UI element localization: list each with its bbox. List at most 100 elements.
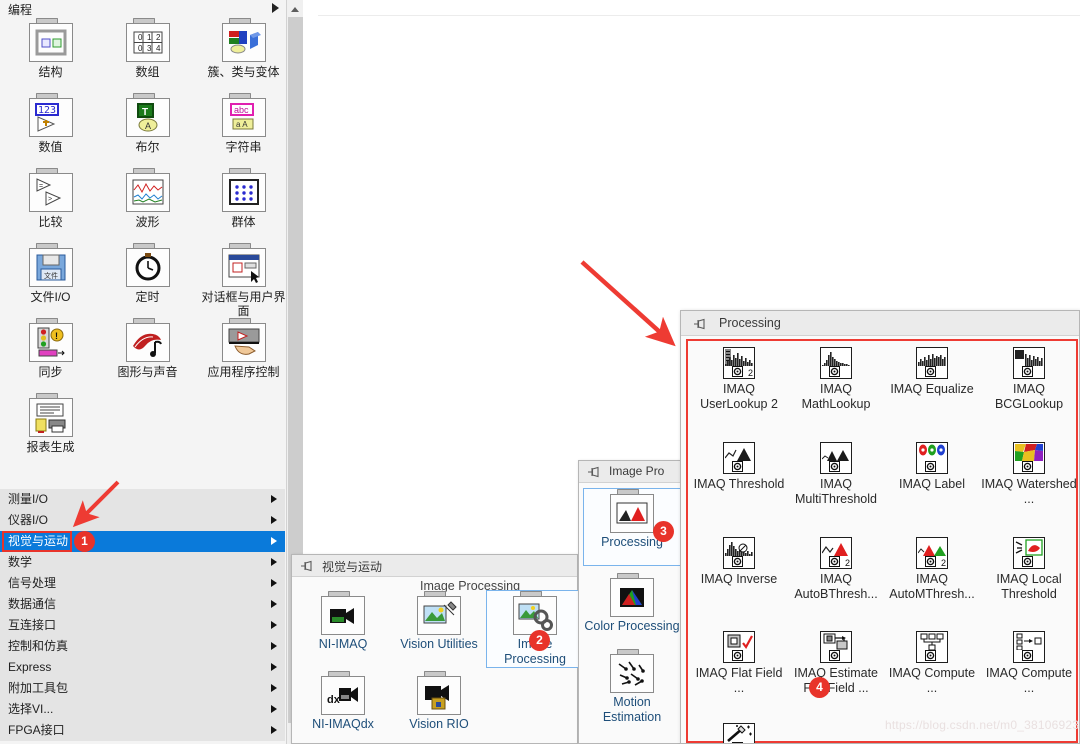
processing-item-14[interactable]: IMAQ Compute ...: [884, 631, 980, 696]
palette-item-0[interactable]: 结构: [3, 18, 98, 79]
palette-item-13[interactable]: 图形与声音: [100, 318, 195, 379]
palette-item-10[interactable]: 定时: [100, 243, 195, 304]
vi-icon-art: [918, 633, 946, 650]
svg-text:=: =: [39, 183, 43, 190]
processing-item-8[interactable]: IMAQ Inverse: [691, 537, 787, 587]
image-processing-item-2[interactable]: Motion Estimation: [584, 649, 680, 725]
palette-item-3[interactable]: 123 数值: [3, 93, 98, 154]
vision-motion-item-3[interactable]: dx NI-IMAQdx: [295, 671, 391, 732]
palette-item-6[interactable]: = > 比较: [3, 168, 98, 229]
menu-item-5[interactable]: 数据通信: [0, 594, 285, 615]
palette-item-14[interactable]: 应用程序控制: [196, 318, 291, 379]
palette-item-9[interactable]: 文件 文件I/O: [3, 243, 98, 304]
palette-item-12[interactable]: ! 同步: [3, 318, 98, 379]
palette-item-11[interactable]: 对话框与用户界面: [196, 243, 291, 318]
menu-item-label: 数学: [8, 555, 33, 569]
processing-item-9[interactable]: 2 IMAQ AutoBThresh...: [788, 537, 884, 602]
svg-text:0: 0: [138, 44, 143, 53]
vision-motion-item-label: Vision Utilities: [400, 637, 478, 651]
step-badge-2: 2: [529, 630, 550, 651]
processing-item-13[interactable]: IMAQ Estimate Flat Field ...: [788, 631, 884, 696]
processing-item-7[interactable]: IMAQ Watershed ...: [981, 442, 1077, 507]
vision-motion-item-4[interactable]: Vision RIO: [391, 671, 487, 732]
selected-menu-highlight-box: [2, 531, 72, 552]
processing-item-12[interactable]: IMAQ Flat Field ...: [691, 631, 787, 696]
processing-item-11[interactable]: IMAQ Local Threshold: [981, 537, 1077, 602]
menu-item-10[interactable]: 选择VI...: [0, 699, 285, 720]
cluster-class-variant-folder-icon: [221, 18, 266, 62]
image-processing-folder-icon: [513, 591, 557, 635]
processing-item-3[interactable]: IMAQ BCGLookup: [981, 347, 1077, 412]
programming-palette: 编程 结构 0 1 2 0 3 4 数组 簇、类与变体 123 数值 T A 布尔 abc a A 字符串 = > 比…: [0, 0, 303, 744]
triangle-right-icon: [271, 642, 277, 650]
pushpin-icon[interactable]: [300, 560, 314, 572]
imaq-watershed-icon: [1013, 442, 1045, 474]
triangle-right-icon[interactable]: [272, 3, 279, 13]
waveform-folder-icon: [125, 168, 170, 212]
vi-icon-art: [918, 349, 946, 366]
processing-item-6[interactable]: IMAQ Label: [884, 442, 980, 492]
pushpin-icon[interactable]: [693, 318, 707, 330]
programming-palette-header: 编程: [0, 0, 285, 17]
vision-motion-item-0[interactable]: NI-IMAQ: [295, 591, 391, 652]
menu-item-label: 仪器I/O: [8, 513, 49, 527]
processing-item-4[interactable]: IMAQ Threshold: [691, 442, 787, 492]
palette-item-15[interactable]: 报表生成: [3, 393, 98, 454]
vision-motion-item-2[interactable]: Image Processing: [486, 590, 584, 668]
palette-item-label: 应用程序控制: [207, 365, 280, 379]
processing-item-label: IMAQ Threshold: [693, 477, 785, 491]
palette-item-label: 布尔: [135, 140, 160, 154]
string-folder-icon: abc a A: [221, 93, 266, 137]
image-processing-item-label: Color Processing: [584, 619, 680, 633]
processing-item-0[interactable]: 2 IMAQ UserLookup 2: [691, 347, 787, 412]
menu-item-0[interactable]: 测量I/O: [0, 489, 285, 510]
triangle-right-icon: [271, 579, 277, 587]
menu-item-6[interactable]: 互连接口: [0, 615, 285, 636]
vi-icon-art: [822, 633, 850, 650]
gear-icon: [1022, 556, 1033, 567]
palette-item-2[interactable]: 簇、类与变体: [196, 18, 291, 79]
palette-item-8[interactable]: 群体: [196, 168, 291, 229]
programming-palette-grid: 结构 0 1 2 0 3 4 数组 簇、类与变体 123 数值 T A 布尔 abc a A 字符串 = > 比较 波形…: [0, 18, 286, 488]
menu-item-8[interactable]: Express: [0, 657, 285, 678]
menu-item-4[interactable]: 信号处理: [0, 573, 285, 594]
processing-item-2[interactable]: IMAQ Equalize: [884, 347, 980, 397]
vision-motion-item-label: NI-IMAQdx: [312, 717, 374, 731]
gear-icon: [1022, 650, 1033, 661]
processing-item-16[interactable]: IMAQ MagicWand: [691, 723, 787, 743]
processing-item-label: IMAQ MathLookup: [801, 382, 871, 411]
menu-item-label: FPGA接口: [8, 723, 65, 737]
menu-item-9[interactable]: 附加工具包: [0, 678, 285, 699]
menu-item-label: Express: [8, 660, 52, 674]
svg-text:!: !: [55, 331, 58, 341]
imaq-userlookup2-icon: 2: [723, 347, 755, 379]
image-processing-item-1[interactable]: Color Processing: [584, 573, 680, 634]
vi-icon-art: [918, 444, 946, 461]
menu-item-1[interactable]: 仪器I/O: [0, 510, 285, 531]
vi-icon-art: [1015, 349, 1043, 366]
menu-item-11[interactable]: FPGA接口: [0, 720, 285, 741]
menu-item-label: 数据通信: [8, 597, 57, 611]
palette-item-5[interactable]: abc a A 字符串: [196, 93, 291, 154]
processing-item-1[interactable]: IMAQ MathLookup: [788, 347, 884, 412]
palette-item-4[interactable]: T A 布尔: [100, 93, 195, 154]
palette-item-7[interactable]: 波形: [100, 168, 195, 229]
report-generation-folder-icon: [28, 393, 73, 437]
app-control-folder-icon: [221, 318, 266, 362]
folder-glyph: 文件: [32, 251, 70, 284]
chevron-up-icon[interactable]: [287, 0, 303, 17]
menu-item-3[interactable]: 数学: [0, 552, 285, 573]
pushpin-icon[interactable]: [587, 466, 601, 478]
svg-text:T: T: [142, 107, 148, 118]
processing-item-15[interactable]: IMAQ Compute ...: [981, 631, 1077, 696]
palette-item-label: 比较: [38, 215, 63, 229]
menu-item-7[interactable]: 控制和仿真: [0, 636, 285, 657]
ni-imaq-folder-icon: [321, 591, 365, 635]
palette-item-1[interactable]: 0 1 2 0 3 4 数组: [100, 18, 195, 79]
processing-item-5[interactable]: IMAQ MultiThreshold: [788, 442, 884, 507]
processing-item-10[interactable]: 2 IMAQ AutoMThresh...: [884, 537, 980, 602]
triangle-right-icon: [271, 726, 277, 734]
processing-item-label: IMAQ Flat Field ...: [695, 666, 783, 695]
vision-motion-item-1[interactable]: Vision Utilities: [391, 591, 487, 652]
imaq-bcglookup-icon: [1013, 347, 1045, 379]
